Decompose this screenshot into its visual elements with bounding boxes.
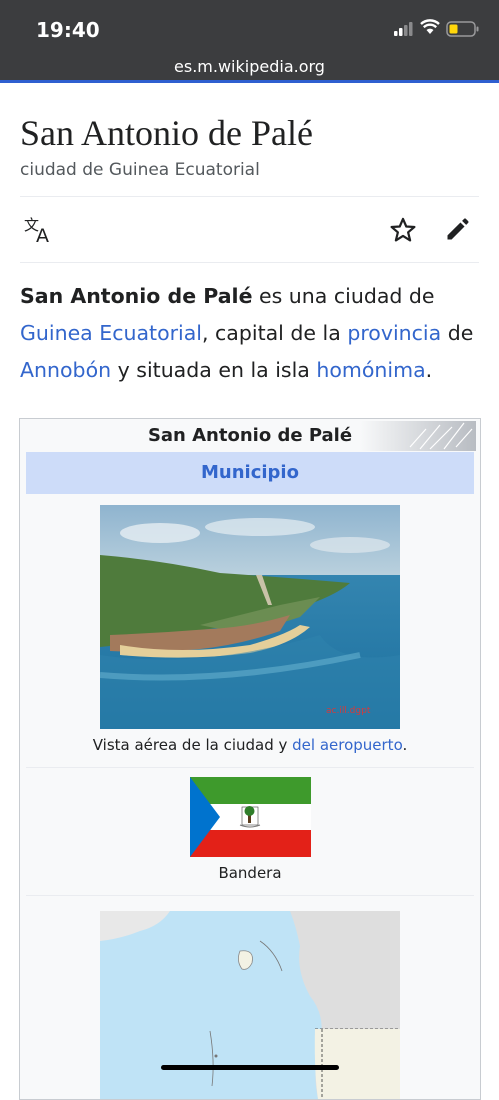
home-indicator[interactable] [161, 1065, 339, 1070]
divider [26, 895, 474, 896]
url-bar[interactable]: es.m.wikipedia.org [0, 56, 499, 82]
status-time: 19:40 [36, 18, 100, 42]
page-title: San Antonio de Palé [20, 113, 313, 153]
battery-icon [446, 21, 479, 37]
flag-caption: Bandera [218, 864, 282, 882]
divider [20, 196, 479, 197]
link-guinea-ecuatorial[interactable]: Guinea Ecuatorial [20, 321, 202, 345]
infobox-type[interactable]: Municipio [26, 452, 474, 494]
aerial-photo[interactable]: ac.ill.dgpt [100, 505, 400, 729]
star-icon[interactable] [389, 216, 417, 244]
infobox-title: San Antonio de Palé [147, 425, 353, 446]
page-subtitle: ciudad de Guinea Ecuatorial [20, 160, 260, 180]
link-provincia[interactable]: provincia [347, 321, 441, 345]
status-bar: 19:40 [0, 0, 499, 56]
translate-icon[interactable]: 文 A [24, 216, 56, 244]
edit-pencil-icon[interactable] [444, 215, 472, 243]
page-load-progress [0, 80, 499, 83]
flag-image[interactable] [190, 777, 311, 857]
link-aeropuerto[interactable]: del aeropuerto [292, 736, 402, 754]
photo-caption: Vista aérea de la ciudad y del aeropuert… [92, 736, 408, 754]
wifi-icon [420, 19, 440, 34]
divider [26, 767, 474, 768]
lead-paragraph: San Antonio de Palé es una ciudad de Gui… [20, 284, 474, 382]
svg-text:ac.ill.dgpt: ac.ill.dgpt [326, 706, 371, 716]
signal-icon [394, 22, 413, 36]
svg-text:A: A [36, 225, 49, 244]
divider [20, 262, 479, 263]
link-annobon[interactable]: Annobón [20, 358, 111, 382]
infobox: San Antonio de Palé Municipio ac.ill.dgp… [19, 418, 481, 1100]
location-map[interactable] [100, 911, 400, 1099]
lead-bold-title: San Antonio de Palé [20, 284, 253, 308]
link-homonima[interactable]: homónima [316, 358, 425, 382]
